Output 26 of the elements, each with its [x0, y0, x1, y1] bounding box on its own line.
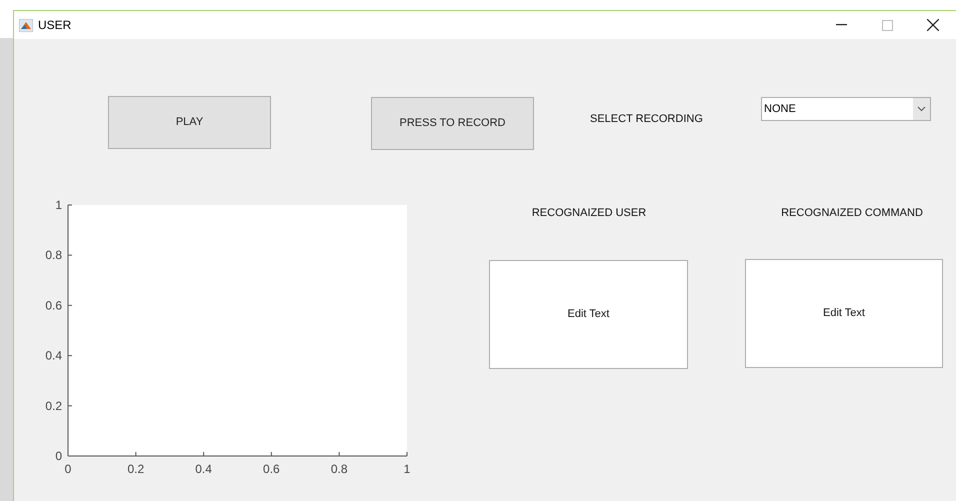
caret-icon	[913, 98, 930, 120]
text-field[interactable]: Edit Text	[489, 260, 688, 369]
tick-label: 0.2	[45, 398, 62, 413]
tick-label: 1	[55, 198, 62, 212]
close-icon	[927, 19, 939, 31]
record-button[interactable]: PRESS TO RECORD	[371, 97, 534, 150]
tick-label: 0.4	[45, 348, 62, 363]
tick-label: 1	[404, 462, 410, 476]
maximize-icon	[882, 20, 892, 30]
tick-label: 0.2	[127, 462, 144, 476]
output-label: RECOGNAIZED COMMAND	[780, 206, 924, 220]
tick-label: 0	[55, 449, 62, 463]
recording-dropdown[interactable]: NONE	[761, 97, 931, 121]
app-icon	[19, 18, 33, 32]
select-recording-label: SELECT RECORDING	[590, 112, 703, 127]
minimize-icon	[836, 24, 846, 26]
window-title: USER	[38, 17, 72, 34]
text-field[interactable]: Edit Text	[745, 259, 943, 368]
tick-label: 0.6	[263, 462, 280, 476]
play-button[interactable]: PLAY	[108, 96, 271, 149]
tick-label: 0	[64, 462, 72, 476]
tick-label: 0.8	[45, 248, 62, 262]
tick-label: 0.6	[45, 298, 62, 312]
tick-label: 0.8	[330, 462, 348, 476]
output-label: RECOGNAIZED USER	[530, 206, 648, 220]
tick-label: 0.4	[195, 462, 212, 476]
